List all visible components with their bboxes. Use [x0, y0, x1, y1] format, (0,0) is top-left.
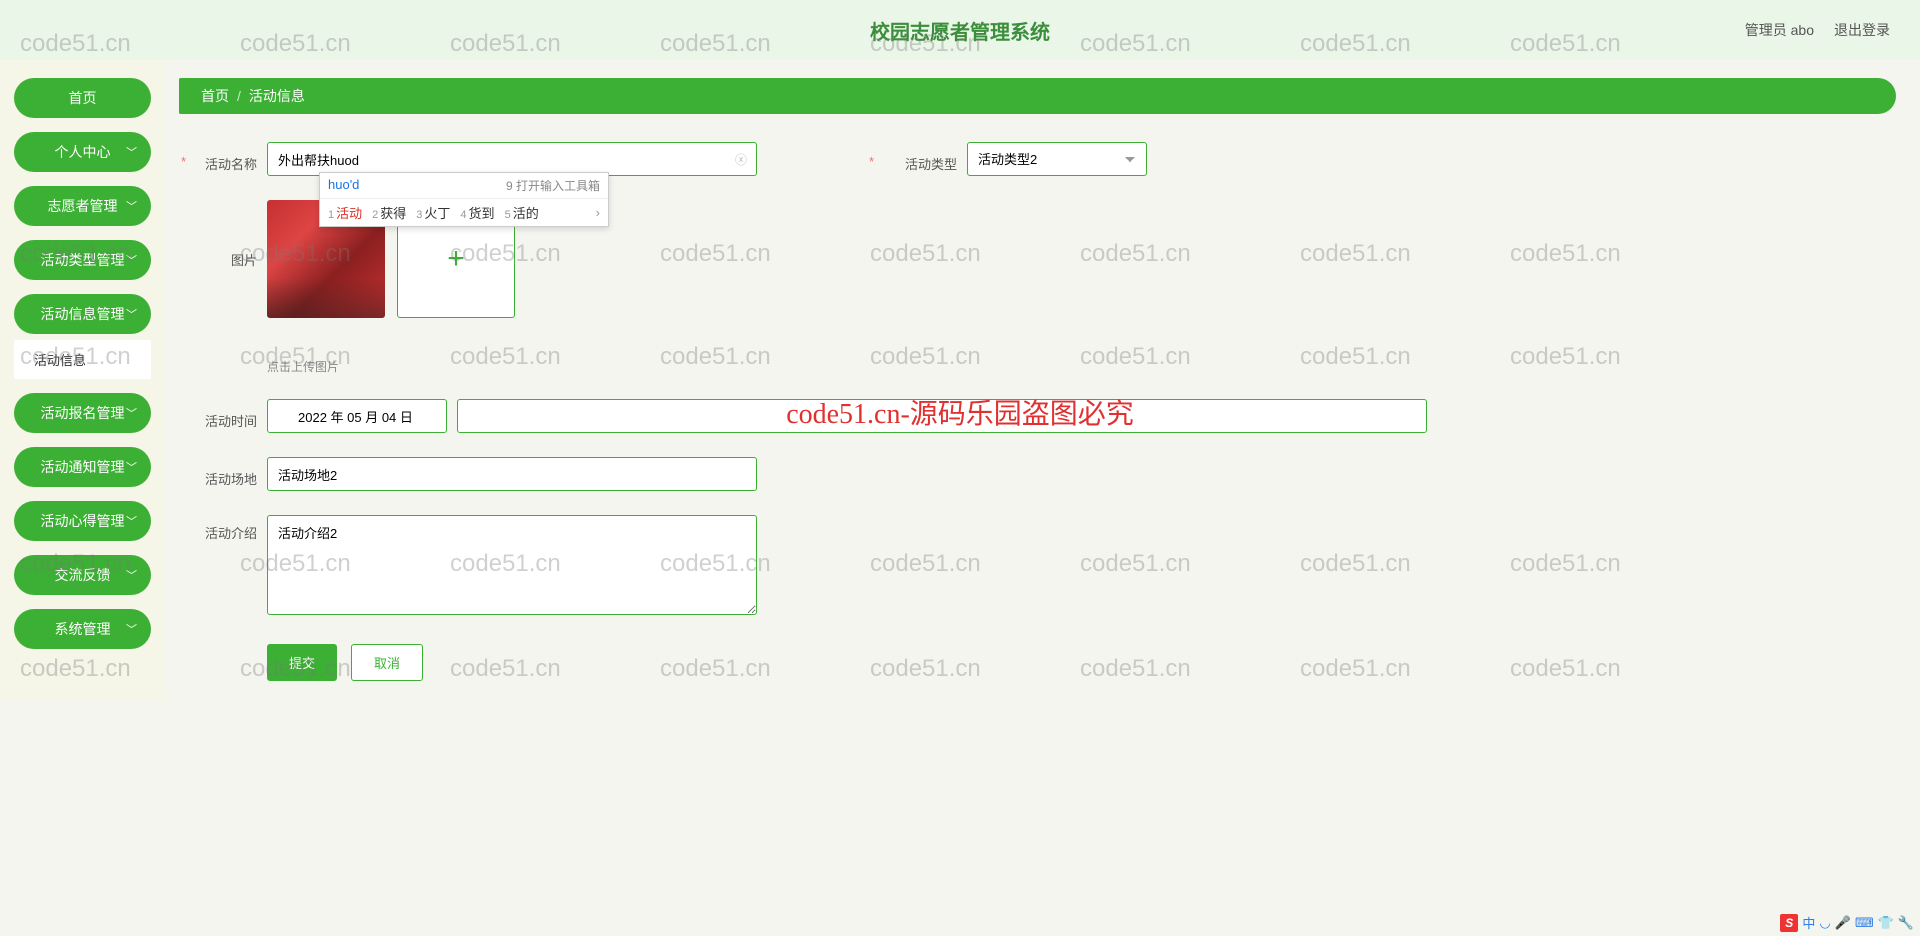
sidebar-item-profile[interactable]: 个人中心﹀ — [14, 132, 151, 172]
chevron-down-icon: ﹀ — [126, 621, 137, 637]
ime-candidate-4[interactable]: 4货到 — [460, 203, 494, 222]
logout-link[interactable]: 退出登录 — [1834, 20, 1890, 40]
chevron-down-icon: ﹀ — [126, 459, 137, 475]
chevron-down-icon: ﹀ — [126, 252, 137, 268]
form: 活动名称 ⓧ huo'd 9 打开输入工具箱 1活动 2获得 3火丁 4 — [179, 142, 1896, 681]
sidebar-item-activity-type[interactable]: 活动类型管理﹀ — [14, 240, 151, 280]
label-intro: 活动介绍 — [189, 515, 257, 542]
chevron-down-icon: ﹀ — [126, 198, 137, 214]
label-activity-time: 活动时间 — [189, 403, 257, 430]
sidebar-item-activity-info[interactable]: 活动信息管理﹀ — [14, 294, 151, 334]
ime-popup: huo'd 9 打开输入工具箱 1活动 2获得 3火丁 4货到 5活的 › — [319, 172, 609, 227]
cancel-button[interactable]: 取消 — [351, 644, 423, 681]
chevron-down-icon: ﹀ — [126, 567, 137, 583]
clear-icon[interactable]: ⓧ — [735, 151, 747, 168]
ime-candidate-5[interactable]: 5活的 — [505, 203, 539, 222]
ime-candidate-2[interactable]: 2获得 — [372, 203, 406, 222]
sidebar-subitem-activity-info[interactable]: 活动信息 — [14, 340, 151, 379]
label-image: 图片 — [189, 200, 257, 269]
chevron-down-icon: ﹀ — [126, 405, 137, 421]
upload-hint: 点击上传图片 — [267, 358, 515, 375]
plus-icon: + — [447, 242, 465, 276]
ime-composition: huo'd — [328, 177, 359, 194]
ime-candidates: 1活动 2获得 3火丁 4货到 5活的 › — [320, 199, 608, 226]
breadcrumb-home[interactable]: 首页 — [201, 86, 229, 106]
header-right: 管理员 abo 退出登录 — [1745, 20, 1890, 40]
sidebar: 首页 个人中心﹀ 志愿者管理﹀ 活动类型管理﹀ 活动信息管理﹀ 活动信息 活动报… — [0, 60, 165, 699]
chevron-down-icon: ﹀ — [126, 513, 137, 529]
tray-icon-4[interactable]: 👕 — [1878, 915, 1894, 931]
label-activity-name: 活动名称 — [189, 146, 257, 173]
header: 校园志愿者管理系统 管理员 abo 退出登录 — [0, 0, 1920, 60]
submit-button[interactable]: 提交 — [267, 644, 337, 681]
chevron-down-icon: ﹀ — [126, 306, 137, 322]
ime-lang-indicator[interactable]: 中 — [1802, 913, 1815, 932]
main-content: 首页 / 活动信息 活动名称 ⓧ huo'd 9 打开输入工具箱 1活动 — [165, 60, 1920, 699]
system-tray: S 中 ◡ 🎤 ⌨ 👕 🔧 — [1780, 913, 1914, 932]
breadcrumb-separator: / — [237, 88, 241, 104]
activity-name-input[interactable] — [267, 142, 757, 176]
tray-icon-1[interactable]: ◡ — [1819, 915, 1830, 931]
sogou-icon[interactable]: S — [1780, 914, 1798, 932]
sidebar-item-feedback[interactable]: 交流反馈﹀ — [14, 555, 151, 595]
ime-toolbox-hint[interactable]: 9 打开输入工具箱 — [506, 177, 600, 194]
sidebar-item-system[interactable]: 系统管理﹀ — [14, 609, 151, 649]
sidebar-item-home[interactable]: 首页 — [14, 78, 151, 118]
chevron-down-icon: ﹀ — [126, 144, 137, 160]
intro-textarea[interactable]: 活动介绍2 — [267, 515, 757, 615]
label-venue: 活动场地 — [189, 461, 257, 488]
tray-icon-2[interactable]: 🎤 — [1835, 915, 1851, 931]
tray-icon-5[interactable]: 🔧 — [1898, 915, 1914, 931]
tray-icon-3[interactable]: ⌨ — [1855, 915, 1874, 931]
sidebar-item-volunteer[interactable]: 志愿者管理﹀ — [14, 186, 151, 226]
ime-candidate-3[interactable]: 3火丁 — [416, 203, 450, 222]
user-link[interactable]: 管理员 abo — [1745, 20, 1814, 40]
label-activity-type: 活动类型 — [877, 146, 957, 173]
ime-next-page[interactable]: › — [596, 205, 600, 220]
breadcrumb-current: 活动信息 — [249, 86, 305, 106]
sidebar-item-experience[interactable]: 活动心得管理﹀ — [14, 501, 151, 541]
ime-candidate-1[interactable]: 1活动 — [328, 203, 362, 222]
sidebar-item-signup[interactable]: 活动报名管理﹀ — [14, 393, 151, 433]
activity-time-input[interactable] — [267, 399, 447, 433]
breadcrumb: 首页 / 活动信息 — [179, 78, 1896, 114]
venue-input[interactable] — [267, 457, 757, 491]
app-title: 校园志愿者管理系统 — [870, 16, 1050, 45]
sidebar-item-notify[interactable]: 活动通知管理﹀ — [14, 447, 151, 487]
activity-type-select[interactable]: 活动类型2 — [967, 142, 1147, 176]
activity-time-extra[interactable] — [457, 399, 1427, 433]
